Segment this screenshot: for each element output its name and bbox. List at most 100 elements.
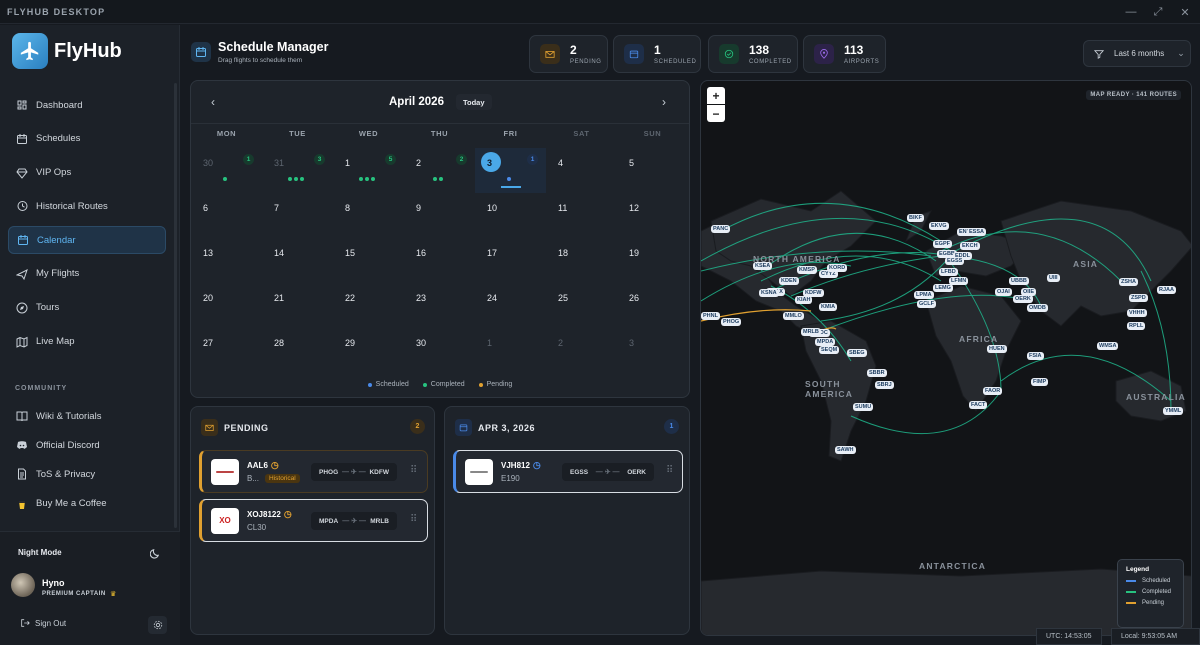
airport-marker[interactable]: HUEN	[987, 345, 1007, 353]
airport-marker[interactable]: MRLB	[801, 328, 821, 336]
calendar-day[interactable]: 31 3	[262, 148, 333, 193]
calendar-day[interactable]: 18	[546, 238, 617, 283]
calendar-day[interactable]: 15	[333, 238, 404, 283]
nav-tours[interactable]: Tours	[8, 294, 166, 322]
calendar-day[interactable]: 31	[475, 148, 546, 193]
airport-marker[interactable]: SBRJ	[875, 381, 894, 389]
date-range-select[interactable]: Last 6 months ⌄	[1083, 40, 1191, 67]
airport-marker[interactable]: FIMP	[1031, 378, 1049, 386]
nav-tos[interactable]: ToS & Privacy	[8, 460, 166, 488]
airport-marker[interactable]: GCLF	[917, 300, 936, 308]
calendar-day[interactable]: 30	[404, 328, 475, 373]
calendar-day[interactable]: 26	[617, 283, 688, 328]
brand-logo[interactable]: FlyHub	[12, 33, 122, 69]
calendar-day[interactable]: 8	[333, 193, 404, 238]
nav-my-flights[interactable]: My Flights	[8, 260, 166, 288]
settings-button[interactable]	[148, 616, 167, 634]
calendar-day[interactable]: 19	[617, 238, 688, 283]
flight-card[interactable]: XO XOJ8122 ◷ CL30 MPDA — ✈ — MRLB ⠿	[199, 499, 428, 542]
airport-marker[interactable]: ZSPD	[1129, 294, 1148, 302]
calendar-day[interactable]: 13	[191, 238, 262, 283]
airport-marker[interactable]: FAOR	[983, 387, 1003, 395]
airport-marker[interactable]: ZSHA	[1119, 278, 1138, 286]
airport-marker[interactable]: LPMA	[914, 291, 934, 299]
airport-marker[interactable]: ESSA	[967, 228, 986, 236]
flight-card[interactable]: VJH812 ◷ E190 EGSS — ✈ — OERK ⠿	[453, 450, 683, 493]
airport-marker[interactable]: VHHH	[1127, 309, 1147, 317]
airport-marker[interactable]: LFBD	[939, 268, 958, 276]
airport-marker[interactable]: PHOG	[721, 318, 742, 326]
sign-out-button[interactable]: Sign Out	[20, 618, 66, 628]
airport-marker[interactable]: SBBR	[867, 369, 887, 377]
airport-marker[interactable]: KSNA	[759, 289, 779, 297]
nav-coffee[interactable]: Buy Me a Coffee	[8, 490, 166, 518]
calendar-day[interactable]: 28	[262, 328, 333, 373]
airport-marker[interactable]: EGPF	[933, 240, 952, 248]
chevron-left-icon[interactable]: ‹	[211, 95, 215, 109]
nav-schedules[interactable]: Schedules	[8, 125, 166, 153]
stat-completed[interactable]: 138 COMPLETED	[708, 35, 798, 73]
nav-wiki[interactable]: Wiki & Tutorials	[8, 402, 166, 430]
nav-discord[interactable]: Official Discord	[8, 431, 166, 459]
calendar-day[interactable]: 4	[546, 148, 617, 193]
moon-icon[interactable]	[149, 546, 161, 564]
minimize-icon[interactable]: —	[1116, 0, 1146, 24]
sidebar-scrollbar[interactable]	[174, 83, 177, 528]
drag-handle-icon[interactable]: ⠿	[410, 514, 417, 525]
airport-marker[interactable]: KIAH	[795, 296, 813, 304]
route-map[interactable]: NORTH AMERICA SOUTH AMERICA AFRICA ASIA …	[700, 80, 1192, 636]
stat-airports[interactable]: 113 AIRPORTS	[803, 35, 886, 73]
calendar-day[interactable]: 17	[475, 238, 546, 283]
airport-marker[interactable]: FACT	[969, 401, 988, 409]
airport-marker[interactable]: OMDB	[1027, 304, 1048, 312]
calendar-day[interactable]: 2	[546, 328, 617, 373]
nav-historical-routes[interactable]: Historical Routes	[8, 192, 166, 220]
airport-marker[interactable]: UBBB	[1009, 277, 1029, 285]
nav-calendar[interactable]: Calendar	[8, 226, 166, 255]
nav-live-map[interactable]: Live Map	[8, 328, 166, 356]
airport-marker[interactable]: KSEA	[753, 262, 773, 270]
airport-marker[interactable]: MMLO	[783, 312, 804, 320]
airport-marker[interactable]: SBEG	[847, 349, 867, 357]
flight-card[interactable]: AAL6 ◷ B... Historical PHOG — ✈ — KDFW ⠿	[199, 450, 428, 493]
maximize-icon[interactable]: ⤢	[1143, 0, 1173, 24]
calendar-day[interactable]: 20	[191, 283, 262, 328]
calendar-day[interactable]: 15	[333, 148, 404, 193]
airport-marker[interactable]: EGSS	[945, 257, 965, 265]
calendar-day[interactable]: 27	[191, 328, 262, 373]
airport-marker[interactable]: FSIA	[1027, 352, 1044, 360]
airport-marker[interactable]: PHNL	[701, 312, 720, 320]
airport-marker[interactable]: EKVG	[929, 222, 949, 230]
calendar-day[interactable]: 6	[191, 193, 262, 238]
zoom-in-button[interactable]: +	[707, 87, 725, 104]
calendar-day[interactable]: 24	[475, 283, 546, 328]
calendar-day[interactable]: 30 1	[191, 148, 262, 193]
calendar-day[interactable]: 3	[617, 328, 688, 373]
airport-marker[interactable]: LFMN	[949, 277, 969, 285]
airport-marker[interactable]: KDEN	[779, 277, 799, 285]
zoom-out-button[interactable]: −	[707, 105, 725, 122]
nav-vip-ops[interactable]: VIP Ops	[8, 159, 166, 187]
calendar-day[interactable]: 23	[404, 283, 475, 328]
airport-marker[interactable]: UIII	[1047, 274, 1060, 282]
calendar-day[interactable]: 21	[262, 283, 333, 328]
calendar-day[interactable]: 1	[475, 328, 546, 373]
airport-marker[interactable]: SEQM	[819, 346, 840, 354]
airport-marker[interactable]: OJAI	[995, 288, 1012, 296]
calendar-day[interactable]: 11	[546, 193, 617, 238]
calendar-day[interactable]: 9	[404, 193, 475, 238]
calendar-day[interactable]: 22	[404, 148, 475, 193]
calendar-day[interactable]: 12	[617, 193, 688, 238]
airport-marker[interactable]: LEMG	[933, 284, 953, 292]
calendar-day[interactable]: 7	[262, 193, 333, 238]
nav-dashboard[interactable]: Dashboard	[8, 91, 166, 119]
drag-handle-icon[interactable]: ⠿	[410, 465, 417, 476]
airport-marker[interactable]: KMSP	[797, 266, 817, 274]
today-button[interactable]: Today	[456, 94, 492, 110]
calendar-day[interactable]: 22	[333, 283, 404, 328]
calendar-day[interactable]: 5	[617, 148, 688, 193]
calendar-day[interactable]: 10	[475, 193, 546, 238]
airport-marker[interactable]: RJAA	[1157, 286, 1176, 294]
calendar-day[interactable]: 16	[404, 238, 475, 283]
stat-scheduled[interactable]: 1 SCHEDULED	[613, 35, 701, 73]
